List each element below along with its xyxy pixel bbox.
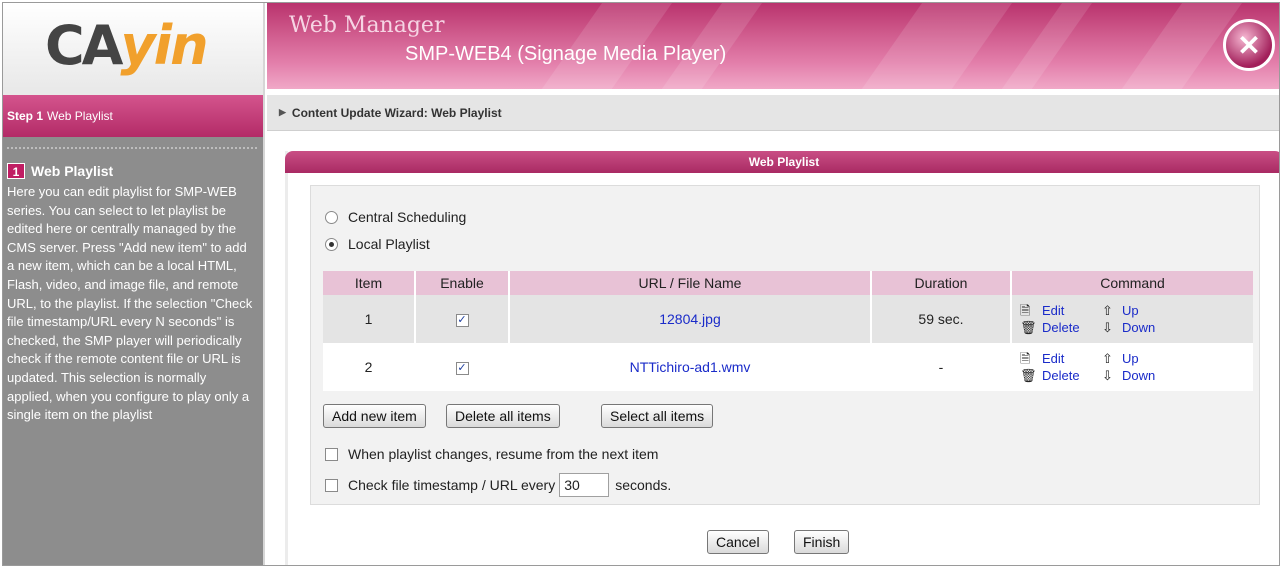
- arrow-down-icon[interactable]: ⇩: [1102, 367, 1122, 384]
- resume-option[interactable]: When playlist changes, resume from the n…: [325, 446, 658, 462]
- column-header-duration: Duration: [870, 271, 1011, 295]
- table-row: 1 ✓ 12804.jpg 59 sec. 🗎 Edit ⇧ Up 🗑 Dele…: [323, 295, 1253, 343]
- resume-checkbox[interactable]: [325, 447, 338, 461]
- help-title: 1 Web Playlist: [3, 161, 263, 181]
- cancel-button[interactable]: Cancel: [707, 530, 769, 554]
- section-number-icon: 1: [7, 163, 25, 179]
- sidebar: Step 1 Web Playlist 1 Web Playlist Here …: [3, 89, 265, 565]
- timestamp-option[interactable]: Check file timestamp / URL every 30 seco…: [325, 473, 671, 497]
- triangle-right-icon: ▶: [279, 107, 286, 117]
- central-scheduling-option[interactable]: Central Scheduling: [325, 208, 466, 226]
- select-all-items-button[interactable]: Select all items: [601, 404, 714, 428]
- check-interval-input[interactable]: 30: [559, 473, 610, 497]
- column-header-enable: Enable: [414, 271, 509, 295]
- table-row: 2 ✓ NTTichiro-ad1.wmv - 🗎 Edit ⇧ Up 🗑 De…: [323, 343, 1253, 391]
- timestamp-unit: seconds.: [615, 477, 672, 493]
- item-number: 1: [323, 295, 415, 343]
- delete-all-items-button[interactable]: Delete all items: [446, 404, 560, 428]
- down-link[interactable]: Down: [1122, 367, 1162, 384]
- edit-icon[interactable]: 🗎: [1020, 302, 1042, 319]
- arrow-up-icon[interactable]: ⇧: [1102, 302, 1122, 319]
- finish-button[interactable]: Finish: [794, 530, 850, 554]
- timestamp-label: Check file timestamp / URL every: [348, 477, 556, 493]
- row-commands: 🗎 Edit ⇧ Up 🗑 Delete ⇩ Down: [1012, 350, 1253, 384]
- playlist-table: Item Enable URL / File Name Duration Com…: [323, 271, 1253, 391]
- delete-link[interactable]: Delete: [1042, 319, 1102, 336]
- breadcrumb: ▶ Content Update Wizard: Web Playlist: [267, 95, 1279, 131]
- playlist-form: Central Scheduling Local Playlist Item E…: [310, 185, 1260, 505]
- arrow-down-icon[interactable]: ⇩: [1102, 319, 1122, 336]
- column-header-item: Item: [323, 271, 415, 295]
- local-playlist-label: Local Playlist: [348, 236, 430, 252]
- header-banner: Web Manager SMP-WEB4 (Signage Media Play…: [267, 3, 1279, 89]
- app-name: Web Manager: [289, 13, 445, 38]
- column-header-url: URL / File Name: [508, 271, 871, 295]
- add-new-item-button[interactable]: Add new item: [323, 404, 426, 428]
- delete-link[interactable]: Delete: [1042, 367, 1102, 384]
- brand-badge-icon: ✕: [1223, 19, 1275, 71]
- duration: 59 sec.: [870, 295, 1011, 343]
- duration: -: [870, 343, 1011, 391]
- local-playlist-option[interactable]: Local Playlist: [325, 235, 430, 253]
- cayin-logo: CAyin: [45, 14, 209, 77]
- breadcrumb-text: Content Update Wizard: Web Playlist: [291, 105, 502, 120]
- central-scheduling-radio[interactable]: [325, 210, 338, 224]
- enable-checkbox[interactable]: ✓: [455, 313, 469, 327]
- edit-icon[interactable]: 🗎: [1020, 350, 1042, 367]
- logo-area: CAyin: [3, 3, 265, 89]
- timestamp-checkbox[interactable]: [325, 478, 338, 492]
- trash-icon[interactable]: 🗑: [1020, 319, 1042, 336]
- central-scheduling-label: Central Scheduling: [348, 209, 467, 225]
- up-link[interactable]: Up: [1122, 302, 1162, 319]
- file-name-link[interactable]: 12804.jpg: [508, 295, 871, 343]
- edit-link[interactable]: Edit: [1042, 302, 1102, 319]
- down-link[interactable]: Down: [1122, 319, 1162, 336]
- arrow-up-icon[interactable]: ⇧: [1102, 350, 1122, 367]
- trash-icon[interactable]: 🗑: [1020, 367, 1042, 384]
- app-window: CAyin Web Manager SMP-WEB4 (Signage Medi…: [2, 2, 1280, 566]
- sidebar-divider: [7, 147, 257, 161]
- web-playlist-panel: Web Playlist Central Scheduling Local Pl…: [285, 151, 1279, 565]
- resume-label: When playlist changes, resume from the n…: [348, 446, 659, 462]
- step-name: Web Playlist: [47, 109, 113, 123]
- local-playlist-radio[interactable]: [325, 237, 338, 251]
- step-tab[interactable]: Step 1 Web Playlist: [3, 89, 263, 137]
- help-title-text: Web Playlist: [31, 163, 114, 179]
- device-model: SMP-WEB4 (Signage Media Player): [405, 43, 727, 65]
- step-label: Step 1: [7, 109, 44, 123]
- enable-checkbox[interactable]: ✓: [455, 361, 469, 375]
- up-link[interactable]: Up: [1122, 350, 1162, 367]
- row-commands: 🗎 Edit ⇧ Up 🗑 Delete ⇩ Down: [1012, 302, 1253, 336]
- column-header-command: Command: [1010, 271, 1253, 295]
- help-description: Here you can edit playlist for SMP-WEB s…: [7, 184, 253, 423]
- panel-title: Web Playlist: [285, 151, 1279, 173]
- item-number: 2: [323, 343, 415, 391]
- edit-link[interactable]: Edit: [1042, 350, 1102, 367]
- table-header: Item Enable URL / File Name Duration Com…: [323, 271, 1253, 295]
- file-name-link[interactable]: NTTichiro-ad1.wmv: [508, 343, 871, 391]
